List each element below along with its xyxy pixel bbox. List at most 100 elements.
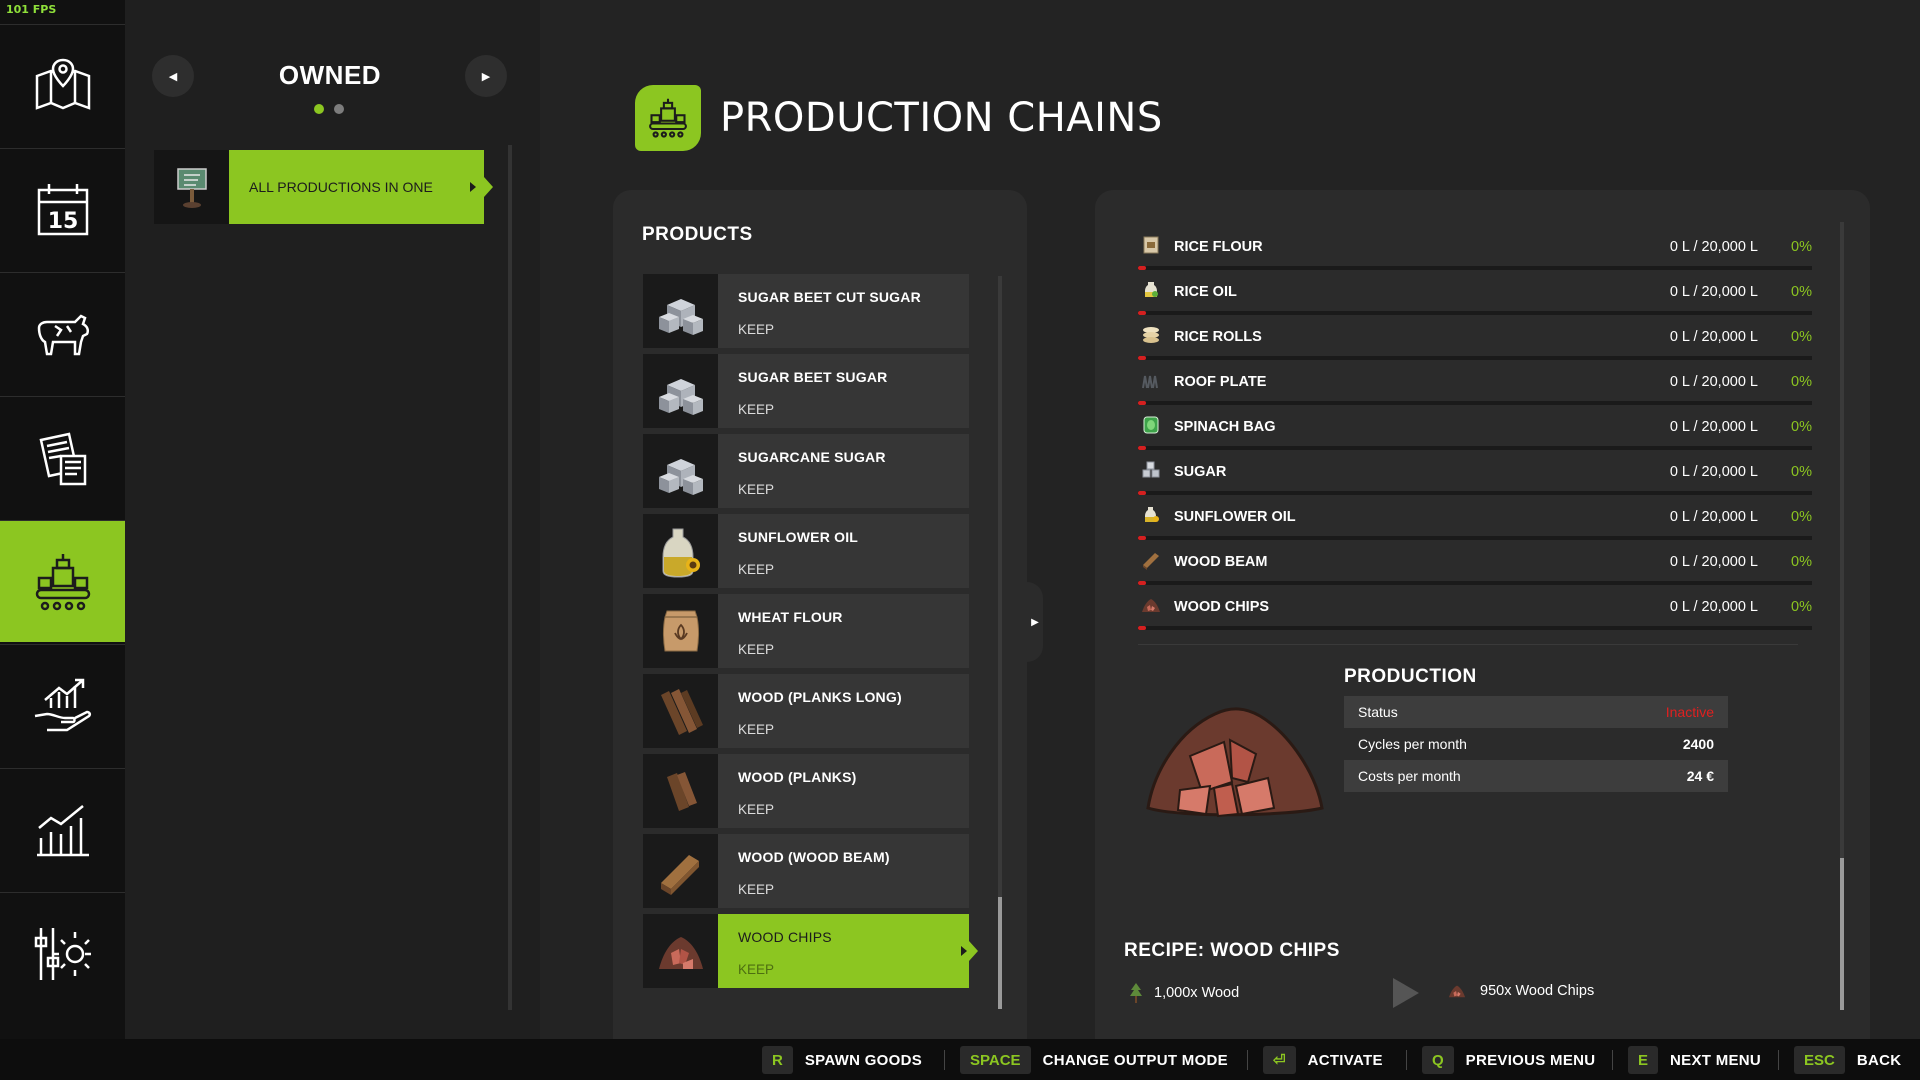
hint-label: CHANGE OUTPUT MODE — [1042, 1051, 1228, 1069]
costs-value: 24 € — [1686, 768, 1714, 784]
product-name: WOOD (PLANKS LONG) — [738, 689, 902, 705]
nav-map[interactable] — [0, 24, 125, 146]
product-item[interactable]: WOOD (WOOD BEAM) KEEP — [643, 834, 969, 908]
roof-plate-icon — [1142, 375, 1158, 389]
page-indicator — [314, 104, 344, 114]
storage-percent: 0% — [1791, 464, 1812, 480]
owned-item-label: ALL PRODUCTIONS IN ONE — [249, 179, 433, 195]
product-info: WOOD (PLANKS LONG) KEEP — [718, 674, 969, 748]
nav-production[interactable] — [0, 520, 135, 642]
storage-name: SPINACH BAG — [1174, 419, 1276, 435]
product-thumb — [643, 274, 718, 348]
storage-row: WOOD BEAM 0 L / 20,000 L 0% — [1138, 545, 1812, 590]
panel-expand-tab[interactable]: ▶ — [1027, 582, 1043, 662]
planks-icon — [666, 772, 697, 811]
hint-label: ACTIVATE — [1307, 1051, 1383, 1069]
product-thumb — [643, 914, 718, 988]
product-info: SUGAR BEET CUT SUGAR KEEP — [718, 274, 969, 348]
product-thumb — [643, 834, 718, 908]
hint-back[interactable]: ESC BACK — [1794, 1046, 1901, 1074]
nav-statistics[interactable] — [0, 768, 125, 890]
enter-key-icon: ⏎ — [1263, 1046, 1296, 1074]
product-name: WOOD (PLANKS) — [738, 769, 857, 785]
product-thumb — [643, 674, 718, 748]
storage-name: ROOF PLATE — [1174, 374, 1267, 390]
storage-value: 0 L / 20,000 L — [1669, 239, 1758, 255]
wood-beam-icon — [1143, 553, 1159, 570]
storage-value: 0 L / 20,000 L — [1669, 554, 1758, 570]
storage-value: 0 L / 20,000 L — [1669, 464, 1758, 480]
product-item[interactable]: SUGAR BEET CUT SUGAR KEEP — [643, 274, 969, 348]
hint-label: NEXT MENU — [1670, 1051, 1762, 1069]
cycles-label: Cycles per month — [1358, 736, 1467, 752]
hint-next-menu[interactable]: E NEXT MENU — [1628, 1046, 1761, 1074]
storage-bar — [1138, 401, 1812, 405]
storage-percent: 0% — [1791, 599, 1812, 615]
production-thumb — [154, 150, 229, 224]
product-item[interactable]: WOOD (PLANKS LONG) KEEP — [643, 674, 969, 748]
storage-percent: 0% — [1791, 329, 1812, 345]
storage-name: RICE FLOUR — [1174, 239, 1263, 255]
storage-row: ROOF PLATE 0 L / 20,000 L 0% — [1138, 365, 1812, 410]
storage-row: RICE OIL 0 L / 20,000 L 0% — [1138, 275, 1812, 320]
storage-bar — [1138, 626, 1812, 630]
wood-chips-icon — [1142, 599, 1160, 612]
storage-bar-fill — [1138, 536, 1146, 540]
page-dot-2[interactable] — [334, 104, 344, 114]
nav-contracts[interactable] — [0, 396, 125, 518]
fps-counter: 101 FPS — [6, 3, 57, 16]
signboard-icon — [176, 168, 207, 208]
product-item[interactable]: SUGARCANE SUGAR KEEP — [643, 434, 969, 508]
nav-finances[interactable] — [0, 644, 125, 766]
product-output-mode: KEEP — [738, 322, 775, 337]
product-info: WOOD (PLANKS) KEEP — [718, 754, 969, 828]
product-output-mode: KEEP — [738, 562, 775, 577]
key-r: R — [762, 1046, 793, 1074]
owned-production-item[interactable]: ALL PRODUCTIONS IN ONE — [154, 150, 493, 224]
product-item[interactable]: WOOD (PLANKS) KEEP — [643, 754, 969, 828]
product-item-selected[interactable]: WOOD CHIPS KEEP — [643, 914, 978, 988]
storage-name: RICE ROLLS — [1174, 329, 1262, 345]
cycles-row: Cycles per month 2400 — [1344, 728, 1728, 760]
product-output-mode: KEEP — [738, 402, 775, 417]
nav-animals[interactable] — [0, 272, 125, 394]
details-scrollbar-thumb[interactable] — [1840, 858, 1844, 1010]
key-space: SPACE — [960, 1046, 1031, 1074]
product-item[interactable]: WHEAT FLOUR KEEP — [643, 594, 969, 668]
caret-right-icon — [470, 182, 476, 192]
recipe-input-label: 1,000x Wood — [1154, 985, 1240, 1001]
product-info: SUGAR BEET SUGAR KEEP — [718, 354, 969, 428]
product-info: WHEAT FLOUR KEEP — [718, 594, 969, 668]
product-info: WOOD (WOOD BEAM) KEEP — [718, 834, 969, 908]
nav-calendar[interactable]: 15 — [0, 148, 125, 270]
costs-row: Costs per month 24 € — [1344, 760, 1728, 792]
product-item[interactable]: SUGAR BEET SUGAR KEEP — [643, 354, 969, 428]
hint-spawn-goods[interactable]: R SPAWN GOODS — [762, 1046, 922, 1074]
sugar-icon — [1142, 461, 1160, 478]
owned-next-button[interactable]: ▶ — [465, 55, 507, 97]
sunflower-oil-icon — [662, 528, 700, 578]
page-dot-1[interactable] — [314, 104, 324, 114]
sunflower-oil-icon — [1145, 507, 1159, 522]
nav-settings[interactable] — [0, 892, 125, 1014]
owned-prev-button[interactable]: ◀ — [152, 55, 194, 97]
hint-activate[interactable]: ⏎ ACTIVATE — [1263, 1046, 1383, 1074]
product-item[interactable]: SUNFLOWER OIL KEEP — [643, 514, 969, 588]
spinach-bag-icon — [1143, 416, 1159, 434]
products-scrollbar-thumb[interactable] — [998, 897, 1002, 1009]
product-thumb — [643, 594, 718, 668]
settings-icon — [34, 927, 91, 980]
product-thumb — [643, 754, 718, 828]
storage-percent: 0% — [1791, 419, 1812, 435]
hint-previous-menu[interactable]: Q PREVIOUS MENU — [1422, 1046, 1595, 1074]
owned-scrollbar[interactable] — [508, 145, 512, 1010]
product-name: WHEAT FLOUR — [738, 609, 843, 625]
product-thumb — [643, 354, 718, 428]
storage-bar — [1138, 491, 1812, 495]
calendar-icon: 15 — [37, 183, 88, 235]
storage-percent: 0% — [1791, 374, 1812, 390]
storage-value: 0 L / 20,000 L — [1669, 284, 1758, 300]
hint-change-output-mode[interactable]: SPACE CHANGE OUTPUT MODE — [960, 1046, 1228, 1074]
production-chains-logo — [635, 85, 701, 151]
storage-bar-fill — [1138, 401, 1146, 405]
